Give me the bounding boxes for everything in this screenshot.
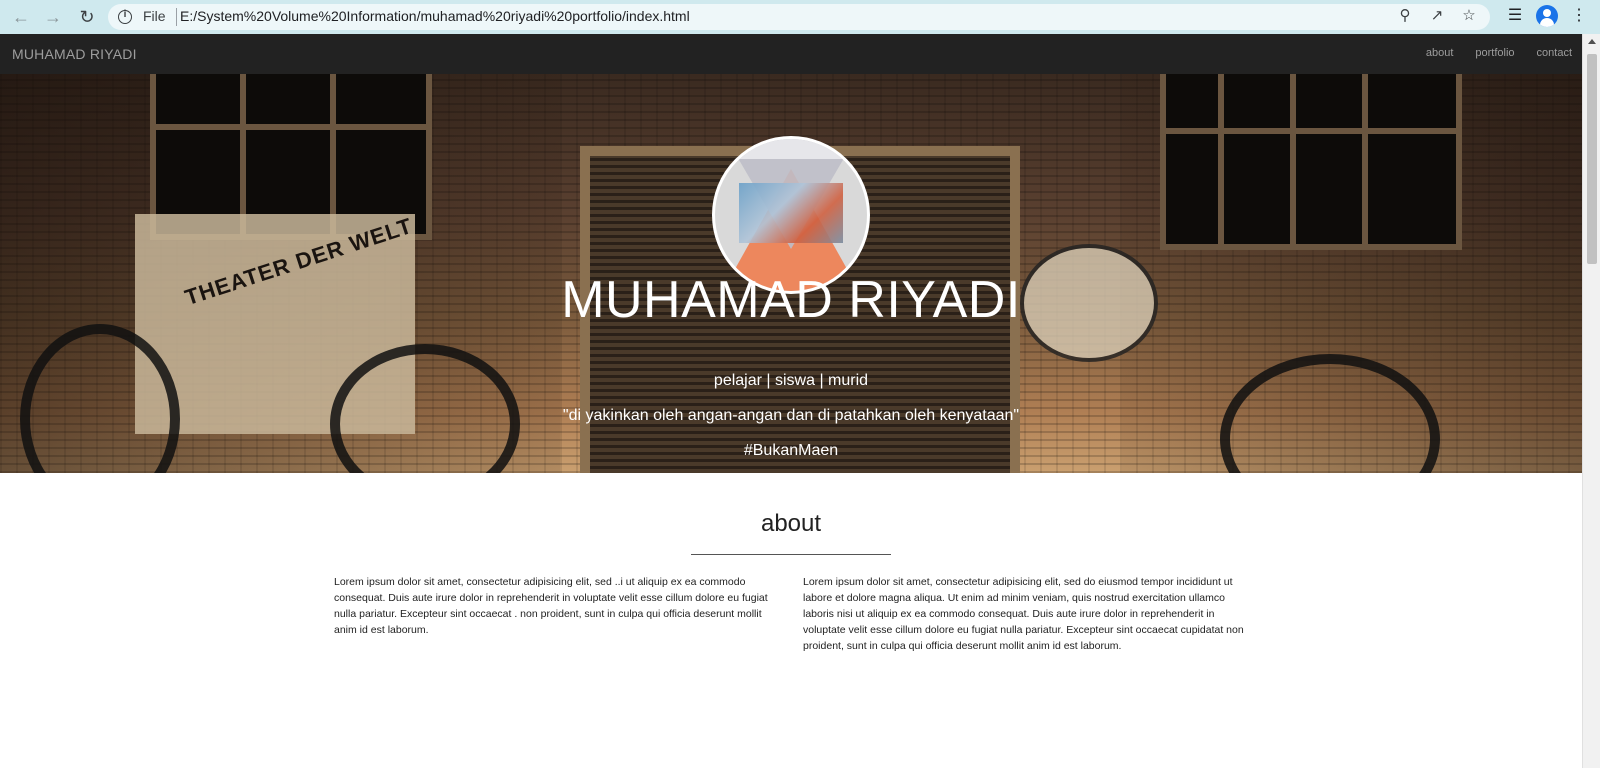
url-text[interactable]: E:/System%20Volume%20Information/muhamad…: [180, 8, 690, 24]
hero-subtitle: pelajar | siswa | murid: [713, 372, 869, 389]
scroll-up-arrow-icon[interactable]: [1588, 39, 1596, 44]
share-icon[interactable]: ↗: [1428, 7, 1446, 25]
nav-links: about portfolio contact: [1426, 47, 1572, 59]
reload-icon[interactable]: ↻: [76, 6, 98, 28]
site-navbar: MUHAMAD RIYADI about portfolio contact: [0, 34, 1582, 74]
bookmark-star-icon[interactable]: ☆: [1460, 7, 1478, 25]
hero-section: THEATER DER WELT MUHAMAD RIYADI pelajar …: [0, 74, 1582, 473]
browser-toolbar: ← → ↻ File E:/System%20Volume%20Informat…: [0, 0, 1600, 34]
address-bar[interactable]: File E:/System%20Volume%20Information/mu…: [108, 4, 1490, 30]
file-label: File: [143, 8, 166, 24]
reading-list-icon[interactable]: ☰: [1504, 5, 1526, 27]
forward-arrow-icon[interactable]: →: [42, 6, 64, 28]
hero-quote: "di yakinkan oleh angan-angan dan di pat…: [562, 407, 1020, 424]
nav-link-portfolio[interactable]: portfolio: [1475, 47, 1514, 59]
profile-avatar-icon[interactable]: [1536, 5, 1558, 27]
hero-title: MUHAMAD RIYADI: [561, 271, 1021, 329]
nav-link-about[interactable]: about: [1426, 47, 1454, 59]
hero-hashtag: #BukanMaen: [743, 442, 839, 459]
window-right: [1160, 74, 1462, 250]
scrollbar-thumb[interactable]: [1587, 54, 1597, 264]
about-text-left: Lorem ipsum dolor sit amet, consectetur …: [334, 576, 768, 636]
separator: [176, 8, 177, 26]
nav-link-contact[interactable]: contact: [1537, 47, 1572, 59]
zoom-icon[interactable]: ⚲: [1396, 7, 1414, 25]
info-icon[interactable]: [118, 9, 132, 24]
about-heading: about: [760, 510, 822, 537]
about-text-right: Lorem ipsum dolor sit amet, consectetur …: [803, 576, 1244, 652]
menu-kebab-icon[interactable]: ⋮: [1568, 5, 1590, 27]
back-arrow-icon[interactable]: ←: [10, 6, 32, 28]
page-viewport: MUHAMAD RIYADI about portfolio contact T…: [0, 34, 1582, 768]
vertical-scrollbar[interactable]: [1582, 34, 1600, 768]
about-divider: [691, 554, 891, 555]
site-brand[interactable]: MUHAMAD RIYADI: [12, 46, 137, 62]
